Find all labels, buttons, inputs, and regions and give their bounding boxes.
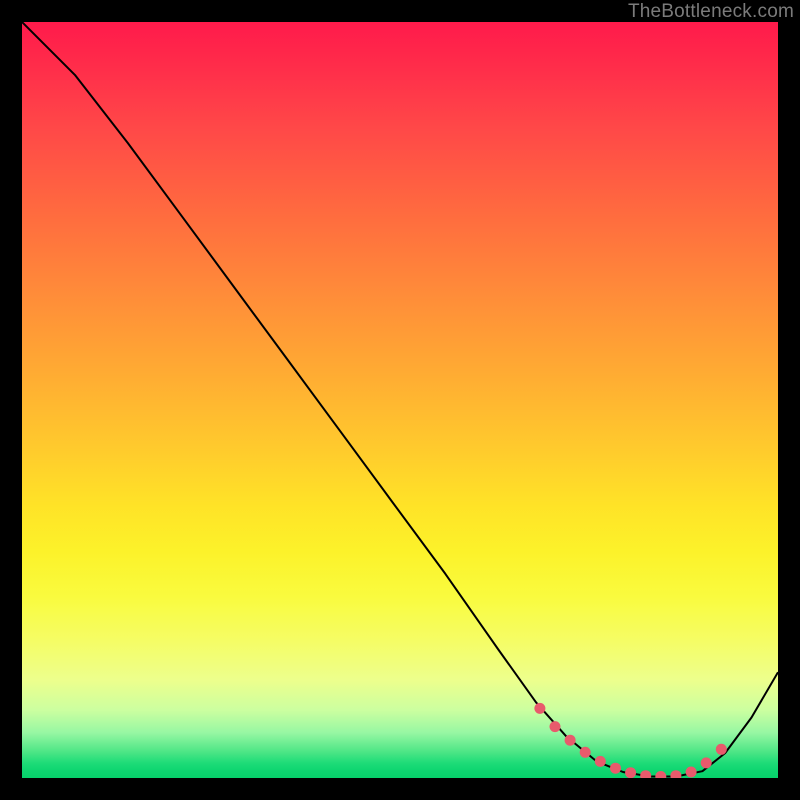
highlight-dot	[580, 747, 591, 758]
highlight-dot	[534, 703, 545, 714]
highlight-dot	[655, 771, 666, 778]
highlight-dot	[640, 770, 651, 778]
chart-stage: TheBottleneck.com	[0, 0, 800, 800]
highlight-dot	[686, 767, 697, 778]
highlight-dot	[701, 757, 712, 768]
highlight-dot	[625, 767, 636, 778]
highlight-dot	[716, 744, 727, 755]
highlight-dots	[534, 703, 726, 778]
curve-layer	[22, 22, 778, 778]
highlight-dot	[610, 763, 621, 774]
plot-area	[22, 22, 778, 778]
highlight-dot	[550, 721, 561, 732]
highlight-dot	[670, 770, 681, 778]
watermark-text: TheBottleneck.com	[628, 1, 794, 23]
highlight-dot	[565, 735, 576, 746]
bottleneck-curve	[22, 22, 778, 777]
highlight-dot	[595, 756, 606, 767]
